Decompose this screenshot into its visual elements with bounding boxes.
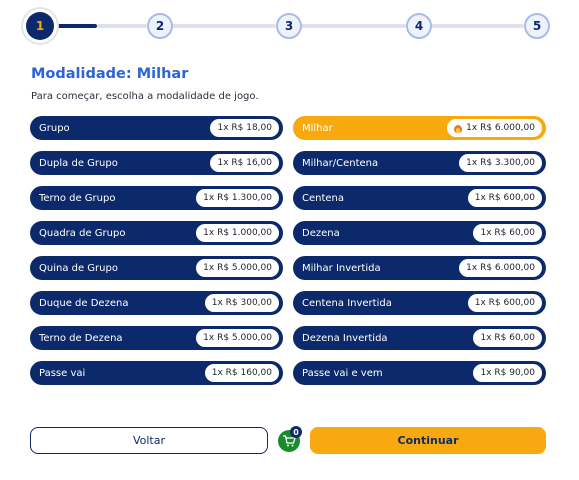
- option-price: 1x R$ 60,00: [473, 224, 542, 242]
- option-price: 1x R$ 6.000,00: [447, 119, 542, 137]
- option-price: 1x R$ 60,00: [473, 329, 542, 347]
- step-line-3: [300, 24, 406, 28]
- option-milhar-invertida[interactable]: Milhar Invertida 1x R$ 6.000,00: [293, 256, 546, 280]
- option-terno-de-grupo[interactable]: Terno de Grupo 1x R$ 1.300,00: [30, 186, 283, 210]
- option-price: 1x R$ 1.300,00: [196, 189, 279, 207]
- step-4[interactable]: 4: [406, 13, 432, 39]
- step-line-1b: [97, 24, 147, 28]
- back-button[interactable]: Voltar: [30, 427, 268, 454]
- option-price-text: 1x R$ 6.000,00: [466, 123, 535, 133]
- option-dupla-de-grupo[interactable]: Dupla de Grupo 1x R$ 16,00: [30, 151, 283, 175]
- option-dezena[interactable]: Dezena 1x R$ 60,00: [293, 221, 546, 245]
- option-price: 1x R$ 3.300,00: [459, 154, 542, 172]
- cart-count-badge: 0: [290, 426, 302, 438]
- progress-stepper: 1 2 3 4 5: [0, 0, 579, 52]
- step-3[interactable]: 3: [276, 13, 302, 39]
- option-price: 1x R$ 90,00: [473, 364, 542, 382]
- option-price: 1x R$ 300,00: [204, 294, 279, 312]
- step-line-4: [430, 24, 524, 28]
- step-5[interactable]: 5: [524, 13, 550, 39]
- option-price: 1x R$ 600,00: [467, 189, 542, 207]
- option-price: 1x R$ 5.000,00: [196, 329, 279, 347]
- step-2[interactable]: 2: [147, 13, 173, 39]
- option-duque-de-dezena[interactable]: Duque de Dezena 1x R$ 300,00: [30, 291, 283, 315]
- option-grupo[interactable]: Grupo 1x R$ 18,00: [30, 116, 283, 140]
- page-subtitle: Para começar, escolha a modalidade de jo…: [31, 91, 259, 102]
- option-price: 1x R$ 5.000,00: [196, 259, 279, 277]
- option-milhar[interactable]: Milhar 1x R$ 6.000,00: [293, 116, 546, 140]
- option-terno-de-dezena[interactable]: Terno de Dezena 1x R$ 5.000,00: [30, 326, 283, 350]
- option-milhar-centena[interactable]: Milhar/Centena 1x R$ 3.300,00: [293, 151, 546, 175]
- option-price: 1x R$ 600,00: [467, 294, 542, 312]
- step-1[interactable]: 1: [26, 12, 54, 40]
- fire-icon: [454, 123, 463, 133]
- option-price: 1x R$ 1.000,00: [196, 224, 279, 242]
- option-passe-vai[interactable]: Passe vai 1x R$ 160,00: [30, 361, 283, 385]
- option-quadra-de-grupo[interactable]: Quadra de Grupo 1x R$ 1.000,00: [30, 221, 283, 245]
- option-price: 1x R$ 16,00: [210, 154, 279, 172]
- option-price: 1x R$ 18,00: [210, 119, 279, 137]
- option-centena[interactable]: Centena 1x R$ 600,00: [293, 186, 546, 210]
- page-title: Modalidade: Milhar: [31, 66, 189, 82]
- option-dezena-invertida[interactable]: Dezena Invertida 1x R$ 60,00: [293, 326, 546, 350]
- step-line-2: [171, 24, 276, 28]
- option-price: 1x R$ 6.000,00: [459, 259, 542, 277]
- option-centena-invertida[interactable]: Centena Invertida 1x R$ 600,00: [293, 291, 546, 315]
- option-quina-de-grupo[interactable]: Quina de Grupo 1x R$ 5.000,00: [30, 256, 283, 280]
- option-passe-vai-e-vem[interactable]: Passe vai e vem 1x R$ 90,00: [293, 361, 546, 385]
- step-line-1: [52, 24, 97, 28]
- option-price: 1x R$ 160,00: [204, 364, 279, 382]
- continue-button[interactable]: Continuar: [310, 427, 546, 454]
